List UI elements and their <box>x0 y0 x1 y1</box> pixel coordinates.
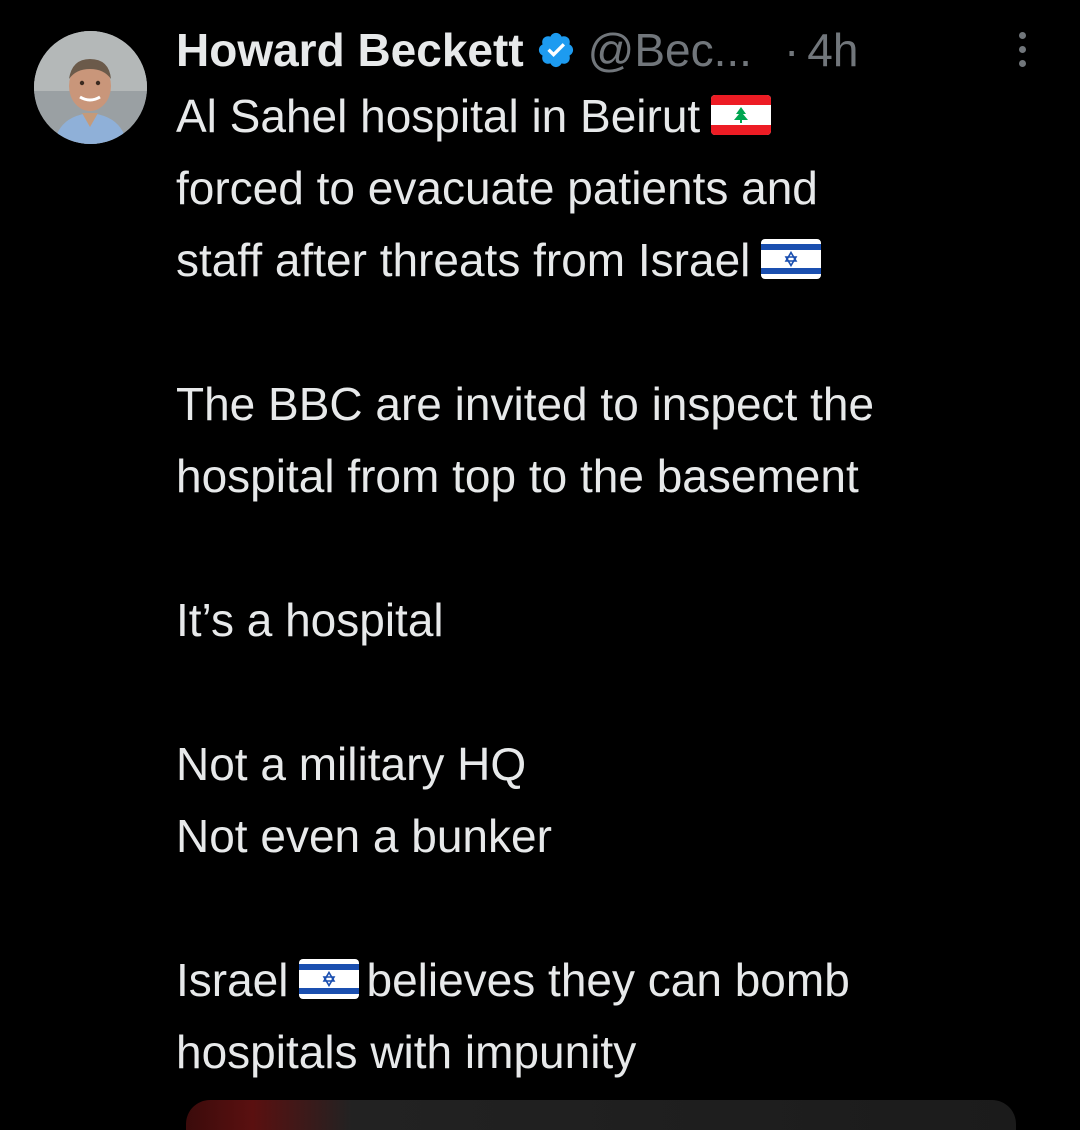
avatar[interactable] <box>34 31 147 144</box>
tweet[interactable]: Howard Beckett @Bec... · 4h Al Sahel hos… <box>0 0 1080 1130</box>
tweet-line: Al Sahel hospital in Beirut <box>176 80 1056 152</box>
tweet-line: Not a military HQ <box>176 738 527 790</box>
tweet-line: hospital from top to the basement <box>176 450 859 502</box>
media-attachment[interactable] <box>186 1100 1016 1130</box>
author-name[interactable]: Howard Beckett <box>176 23 524 77</box>
tweet-text: Al Sahel hospital in Beirut forced to ev… <box>176 80 1056 1088</box>
tweet-line: Israel believes they can bomb <box>176 944 1056 1016</box>
header-separator: · <box>783 24 800 76</box>
israel-flag-icon <box>298 948 360 1020</box>
tweet-line: Not even a bunker <box>176 810 552 862</box>
more-options-icon[interactable] <box>1012 32 1032 76</box>
tweet-text-segment: believes they can bomb <box>366 954 850 1006</box>
tweet-text-segment: Israel <box>176 954 289 1006</box>
tweet-line: The BBC are invited to inspect the <box>176 378 875 430</box>
israel-flag-icon <box>760 228 822 300</box>
tweet-header: Howard Beckett @Bec... · 4h <box>176 20 858 80</box>
tweet-line: It’s a hospital <box>176 594 444 646</box>
timestamp[interactable]: 4h <box>807 23 858 77</box>
verified-badge-icon[interactable] <box>536 30 576 70</box>
lebanon-flag-icon <box>710 84 772 156</box>
tweet-text-segment: staff after threats from Israel <box>176 234 751 286</box>
tweet-line: forced to evacuate patients and <box>176 162 818 214</box>
tweet-line: staff after threats from Israel <box>176 224 1056 296</box>
author-handle[interactable]: @Bec... <box>588 23 752 77</box>
tweet-line: hospitals with impunity <box>176 1026 637 1078</box>
tweet-text-segment: Al Sahel hospital in Beirut <box>176 90 701 142</box>
